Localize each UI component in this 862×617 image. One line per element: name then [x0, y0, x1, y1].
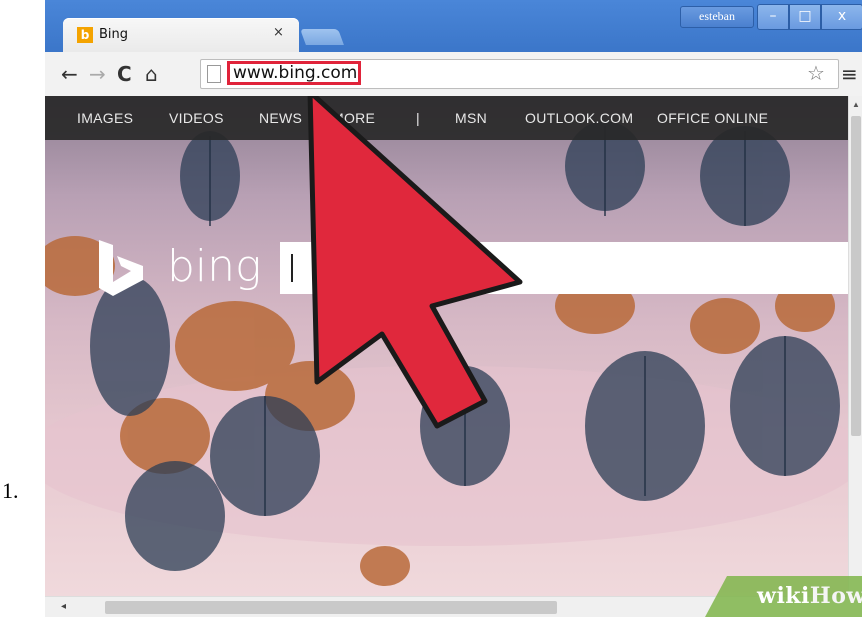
minimize-button[interactable]: –	[757, 4, 789, 30]
user-profile-badge[interactable]: esteban	[680, 6, 754, 28]
watermark-how: How	[809, 583, 862, 609]
step-number: 1.	[2, 478, 19, 503]
page-viewport: IMAGES VIDEOS NEWS MORE | MSN OUTLOOK.CO…	[45, 96, 848, 596]
url-highlight-box	[227, 61, 361, 85]
tab-bing[interactable]: b Bing ×	[63, 18, 299, 52]
vertical-scrollbar[interactable]: ▲	[848, 96, 862, 596]
home-icon[interactable]: ⌂	[145, 62, 158, 86]
scroll-left-icon[interactable]: ◂	[61, 601, 66, 612]
scroll-up-icon[interactable]: ▲	[852, 100, 860, 109]
browser-toolbar: ← → C ⌂ www.bing.com ☆ ≡	[45, 52, 862, 97]
page-icon	[207, 65, 221, 83]
maximize-button[interactable]: □	[789, 4, 821, 30]
bing-favicon-icon: b	[77, 27, 93, 43]
tab-title: Bing	[99, 27, 129, 42]
new-tab-button[interactable]	[300, 29, 344, 45]
wikihow-watermark: wikiHow	[705, 576, 862, 617]
address-bar[interactable]: www.bing.com	[200, 59, 839, 89]
horizontal-scroll-thumb[interactable]	[105, 601, 557, 614]
browser-screenshot: b Bing × esteban – □ x ← → C ⌂ www.bing.…	[45, 0, 862, 617]
forward-arrow-icon[interactable]: →	[89, 62, 106, 86]
watermark-wiki: wiki	[757, 583, 810, 609]
close-window-button[interactable]: x	[821, 4, 862, 30]
vertical-scroll-thumb[interactable]	[851, 116, 861, 436]
menu-icon[interactable]: ≡	[841, 62, 858, 86]
reload-icon[interactable]: C	[117, 62, 132, 86]
star-icon[interactable]: ☆	[807, 61, 825, 85]
back-arrow-icon[interactable]: ←	[61, 62, 78, 86]
title-bar: b Bing × esteban – □ x	[45, 0, 862, 52]
pointer-arrow-icon	[307, 96, 523, 429]
tab-close-icon[interactable]: ×	[273, 25, 284, 40]
